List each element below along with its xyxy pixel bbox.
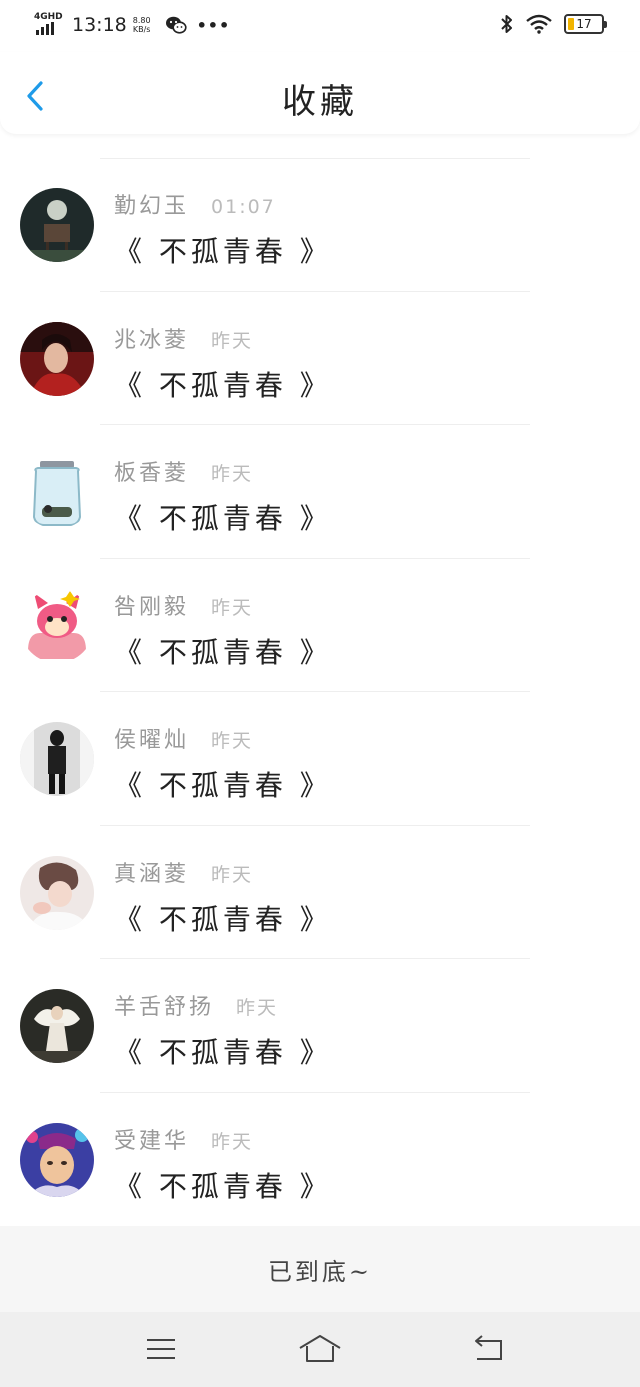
book-title: 《 不孤青春 》 (114, 635, 332, 669)
network-speed: 8.80 KB/s (133, 16, 151, 34)
back-icon (475, 1335, 502, 1360)
avatar (20, 321, 94, 396)
network-speed-value: 8.80 (132, 16, 151, 25)
timestamp: 昨天 (211, 730, 254, 752)
system-nav-bar (0, 1312, 640, 1387)
timestamp: 昨天 (211, 1130, 254, 1153)
timestamp: 01:07 (211, 196, 276, 218)
book-title: 《 不孤青春 》 (114, 502, 332, 535)
status-time: 13:18 (72, 14, 127, 36)
status-bar: 4GHD 13:18 8.80 KB/s ••• 17 (0, 0, 640, 52)
user-name: 真涵菱 (114, 861, 190, 887)
book-title: 《 不孤青春 》 (114, 235, 332, 268)
book-title: 《 不孤青春 》 (114, 769, 332, 802)
list-item[interactable]: 板香菱 昨天 《 不孤青春 》 (0, 425, 640, 559)
network-speed-unit: KB/s (132, 25, 151, 34)
list-item[interactable]: 咎刚毅 昨天 《 不孤青春 》 (0, 559, 640, 692)
battery-level: 17 (576, 17, 592, 31)
list-item[interactable]: 受建华 昨天 《 不孤青春 》 (0, 1093, 640, 1227)
list-item[interactable]: 勤幻玉 01:07 《 不孤青春 》 (0, 158, 640, 292)
timestamp: 昨天 (236, 997, 279, 1019)
cellular-signal-icon: 4GHD (34, 13, 64, 37)
user-name: 咎刚毅 (114, 594, 190, 620)
menu-button[interactable] (139, 1330, 183, 1368)
menu-icon (147, 1339, 175, 1359)
bluetooth-icon (501, 15, 512, 33)
list-item[interactable]: 真涵菱 昨天 《 不孤青春 》 (0, 826, 640, 959)
book-title: 《 不孤青春 》 (114, 1169, 332, 1203)
network-type: 4GHD (34, 12, 63, 22)
more-notifications-icon: ••• (196, 15, 231, 35)
home-button[interactable] (298, 1330, 342, 1368)
favorites-list: 勤幻玉 01:07 《 不孤青春 》 兆冰菱 昨天 《 不孤青春 》 板香菱 昨… (0, 158, 640, 1226)
wifi-icon (526, 14, 552, 34)
user-name: 侯曜灿 (114, 728, 190, 753)
user-name: 板香菱 (114, 461, 190, 486)
list-item[interactable]: 兆冰菱 昨天 《 不孤青春 》 (0, 292, 640, 425)
timestamp: 昨天 (211, 463, 254, 485)
avatar (20, 722, 94, 796)
list-item[interactable]: 羊舌舒扬 昨天 《 不孤青春 》 (0, 959, 640, 1093)
user-name: 受建华 (114, 1128, 190, 1154)
home-icon (299, 1335, 341, 1362)
user-name: 兆冰菱 (114, 327, 190, 353)
list-item[interactable]: 侯曜灿 昨天 《 不孤青春 》 (0, 692, 640, 826)
book-title: 《 不孤青春 》 (114, 368, 332, 402)
wechat-icon (165, 16, 187, 34)
timestamp: 昨天 (211, 863, 254, 886)
avatar (20, 855, 94, 930)
end-of-list: 已到底~ (0, 1226, 640, 1312)
avatar (20, 188, 94, 262)
avatar (20, 989, 94, 1063)
page-title: 收藏 (282, 82, 358, 122)
header: 收藏 (0, 52, 640, 134)
avatar (20, 588, 94, 663)
user-name: 勤幻玉 (114, 194, 190, 219)
book-title: 《 不孤青春 》 (114, 1036, 332, 1069)
timestamp: 昨天 (211, 596, 254, 619)
avatar (20, 455, 94, 529)
end-of-list-text: 已到底~ (267, 1257, 373, 1286)
back-nav-button[interactable] (466, 1330, 510, 1368)
battery-icon: 17 (564, 14, 607, 34)
book-title: 《 不孤青春 》 (114, 902, 332, 936)
timestamp: 昨天 (211, 329, 254, 352)
avatar (20, 1122, 94, 1197)
user-name: 羊舌舒扬 (114, 995, 215, 1020)
